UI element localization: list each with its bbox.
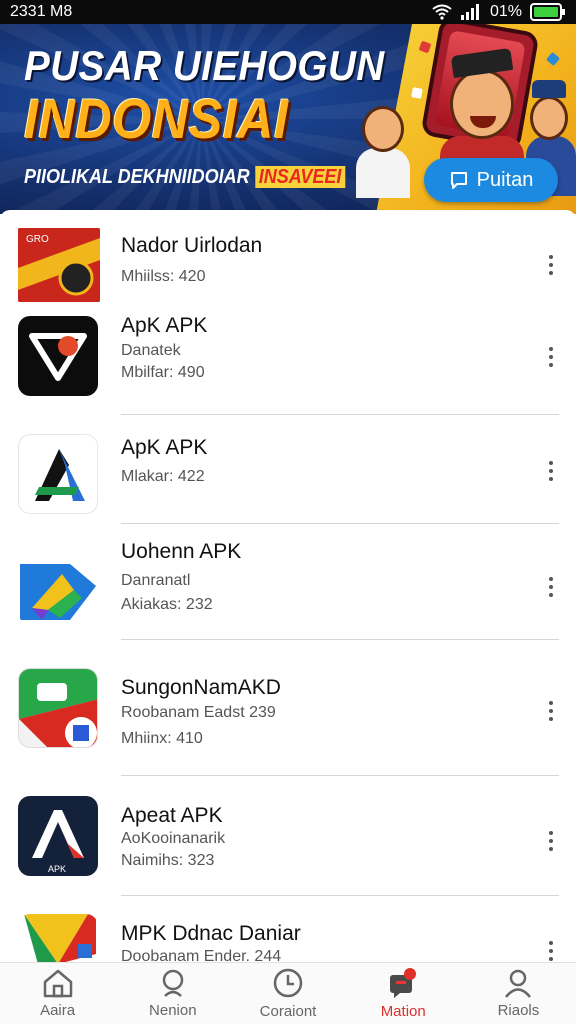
svg-text:APK: APK <box>48 864 66 874</box>
app-subtitle: AoKooinanarik <box>121 830 226 847</box>
banner-action-button[interactable]: Puitan <box>424 158 558 202</box>
more-options-icon[interactable] <box>540 572 562 602</box>
app-subtitle: Danranatl <box>121 572 191 589</box>
app-subtitle: Danatek <box>121 342 181 359</box>
nav-item-profile[interactable]: Riaols <box>461 963 576 1024</box>
red-banner-app-icon: GRO <box>18 228 100 302</box>
wifi-icon <box>432 4 452 20</box>
list-item[interactable]: SungonNamAKD Roobanam Eadst 239 Mhiinx: … <box>0 640 576 776</box>
list-item[interactable]: APK Apeat APK AoKooinanarik Naimihs: 323 <box>0 776 576 896</box>
profile-icon <box>505 969 532 998</box>
app-meta: Mhiilss: 420 <box>121 268 206 285</box>
app-meta: Naimihs: 323 <box>121 852 215 869</box>
app-meta: Mlakar: 422 <box>121 468 205 485</box>
more-options-icon[interactable] <box>540 342 562 372</box>
battery-icon <box>530 3 565 21</box>
list-item[interactable]: GRO Nador Uirlodan Mhiilss: 420 <box>0 210 576 310</box>
divider <box>121 414 559 415</box>
more-options-icon[interactable] <box>540 456 562 486</box>
app-title: MPK Ddnac Daniar <box>121 922 301 945</box>
nav-item-search[interactable]: Nenion <box>115 963 230 1024</box>
svg-text:GRO: GRO <box>26 234 49 245</box>
nav-item-notifications[interactable]: Mation <box>346 963 461 1024</box>
app-title: Apeat APK <box>121 804 223 827</box>
banner-highlight: INSAVEEI <box>255 166 345 188</box>
nav-item-home[interactable]: Aaira <box>0 963 115 1024</box>
banner-subtitle-text: PIIOLIKAL DEKHNIIDOIAR <box>24 166 250 188</box>
nav-label-profile: Riaols <box>497 1002 540 1019</box>
chat-icon <box>450 172 467 189</box>
promo-banner[interactable]: PUSAR UIEHOGUN INDONSIAI PIIOLIKAL DEKHN… <box>0 24 576 214</box>
status-bar: 2331 M8 01% <box>0 0 576 24</box>
nav-label-clock: Coraiont <box>259 1003 317 1020</box>
confetti <box>411 87 423 99</box>
app-title: ApK APK <box>121 436 208 459</box>
app-title: ApK APK <box>121 314 208 337</box>
app-title: Nador Uirlodan <box>121 234 263 257</box>
character-left-face <box>362 106 404 152</box>
app-subtitle: Doobanam Ender. 244 <box>121 948 282 962</box>
search-icon <box>162 969 184 997</box>
app-meta: Akiakas: 232 <box>121 596 213 613</box>
app-meta: Mhiinx: 410 <box>121 730 203 747</box>
clock-icon <box>273 968 303 998</box>
blue-green-a-app-icon <box>18 434 98 514</box>
list-item[interactable]: ApK APK Danatek Mbilfar: 490 <box>0 310 576 416</box>
app-title: SungonNamAKD <box>121 676 281 699</box>
status-time: 2331 M8 <box>10 3 73 20</box>
status-icons: 01% <box>432 3 566 21</box>
banner-button-label: Puitan <box>476 168 534 191</box>
green-red-app-icon <box>18 668 98 748</box>
list-item[interactable]: ApK APK Mlakar: 422 <box>0 416 576 524</box>
nav-label-home: Aaira <box>40 1002 76 1019</box>
app-title: Uohenn APK <box>121 540 242 563</box>
navy-a-app-icon: APK <box>18 796 98 876</box>
banner-title-main: INDONSIAI <box>24 87 289 150</box>
banner-subtitle: PIIOLIKAL DEKHNIIDOIAR INSAVEEI <box>24 166 345 189</box>
black-triangle-app-icon <box>18 316 98 396</box>
app-meta: Mbilfar: 490 <box>121 364 205 381</box>
signal-icon <box>460 4 479 20</box>
blue-arrow-app-icon <box>18 544 98 624</box>
character-right-hat <box>532 80 566 98</box>
more-options-icon[interactable] <box>540 936 562 962</box>
notification-icon <box>390 968 417 998</box>
more-options-icon[interactable] <box>540 250 562 280</box>
character-center-face <box>450 69 514 139</box>
app-subtitle: Roobanam Eadst 239 <box>121 704 276 721</box>
battery-percent: 01% <box>489 3 522 20</box>
nav-item-clock[interactable]: Coraiont <box>230 963 345 1024</box>
nav-label-notifications: Mation <box>380 1003 426 1020</box>
nav-label-search: Nenion <box>149 1002 197 1019</box>
list-item[interactable]: MPK Ddnac Daniar Doobanam Ender. 244 <box>0 896 576 962</box>
list-item[interactable]: Uohenn APK Danranatl Akiakas: 232 <box>0 524 576 640</box>
home-icon <box>43 969 72 998</box>
app-list[interactable]: GRO Nador Uirlodan Mhiilss: 420 ApK APK … <box>0 210 576 962</box>
character-left-body <box>356 148 410 198</box>
yellow-green-app-icon <box>18 914 98 962</box>
character-right-face <box>530 96 568 140</box>
bottom-nav[interactable]: Aaira Nenion Coraiont Mation Riaols <box>0 962 576 1024</box>
more-options-icon[interactable] <box>540 826 562 856</box>
banner-title: PUSAR UIEHOGUN <box>24 42 385 89</box>
more-options-icon[interactable] <box>540 696 562 726</box>
